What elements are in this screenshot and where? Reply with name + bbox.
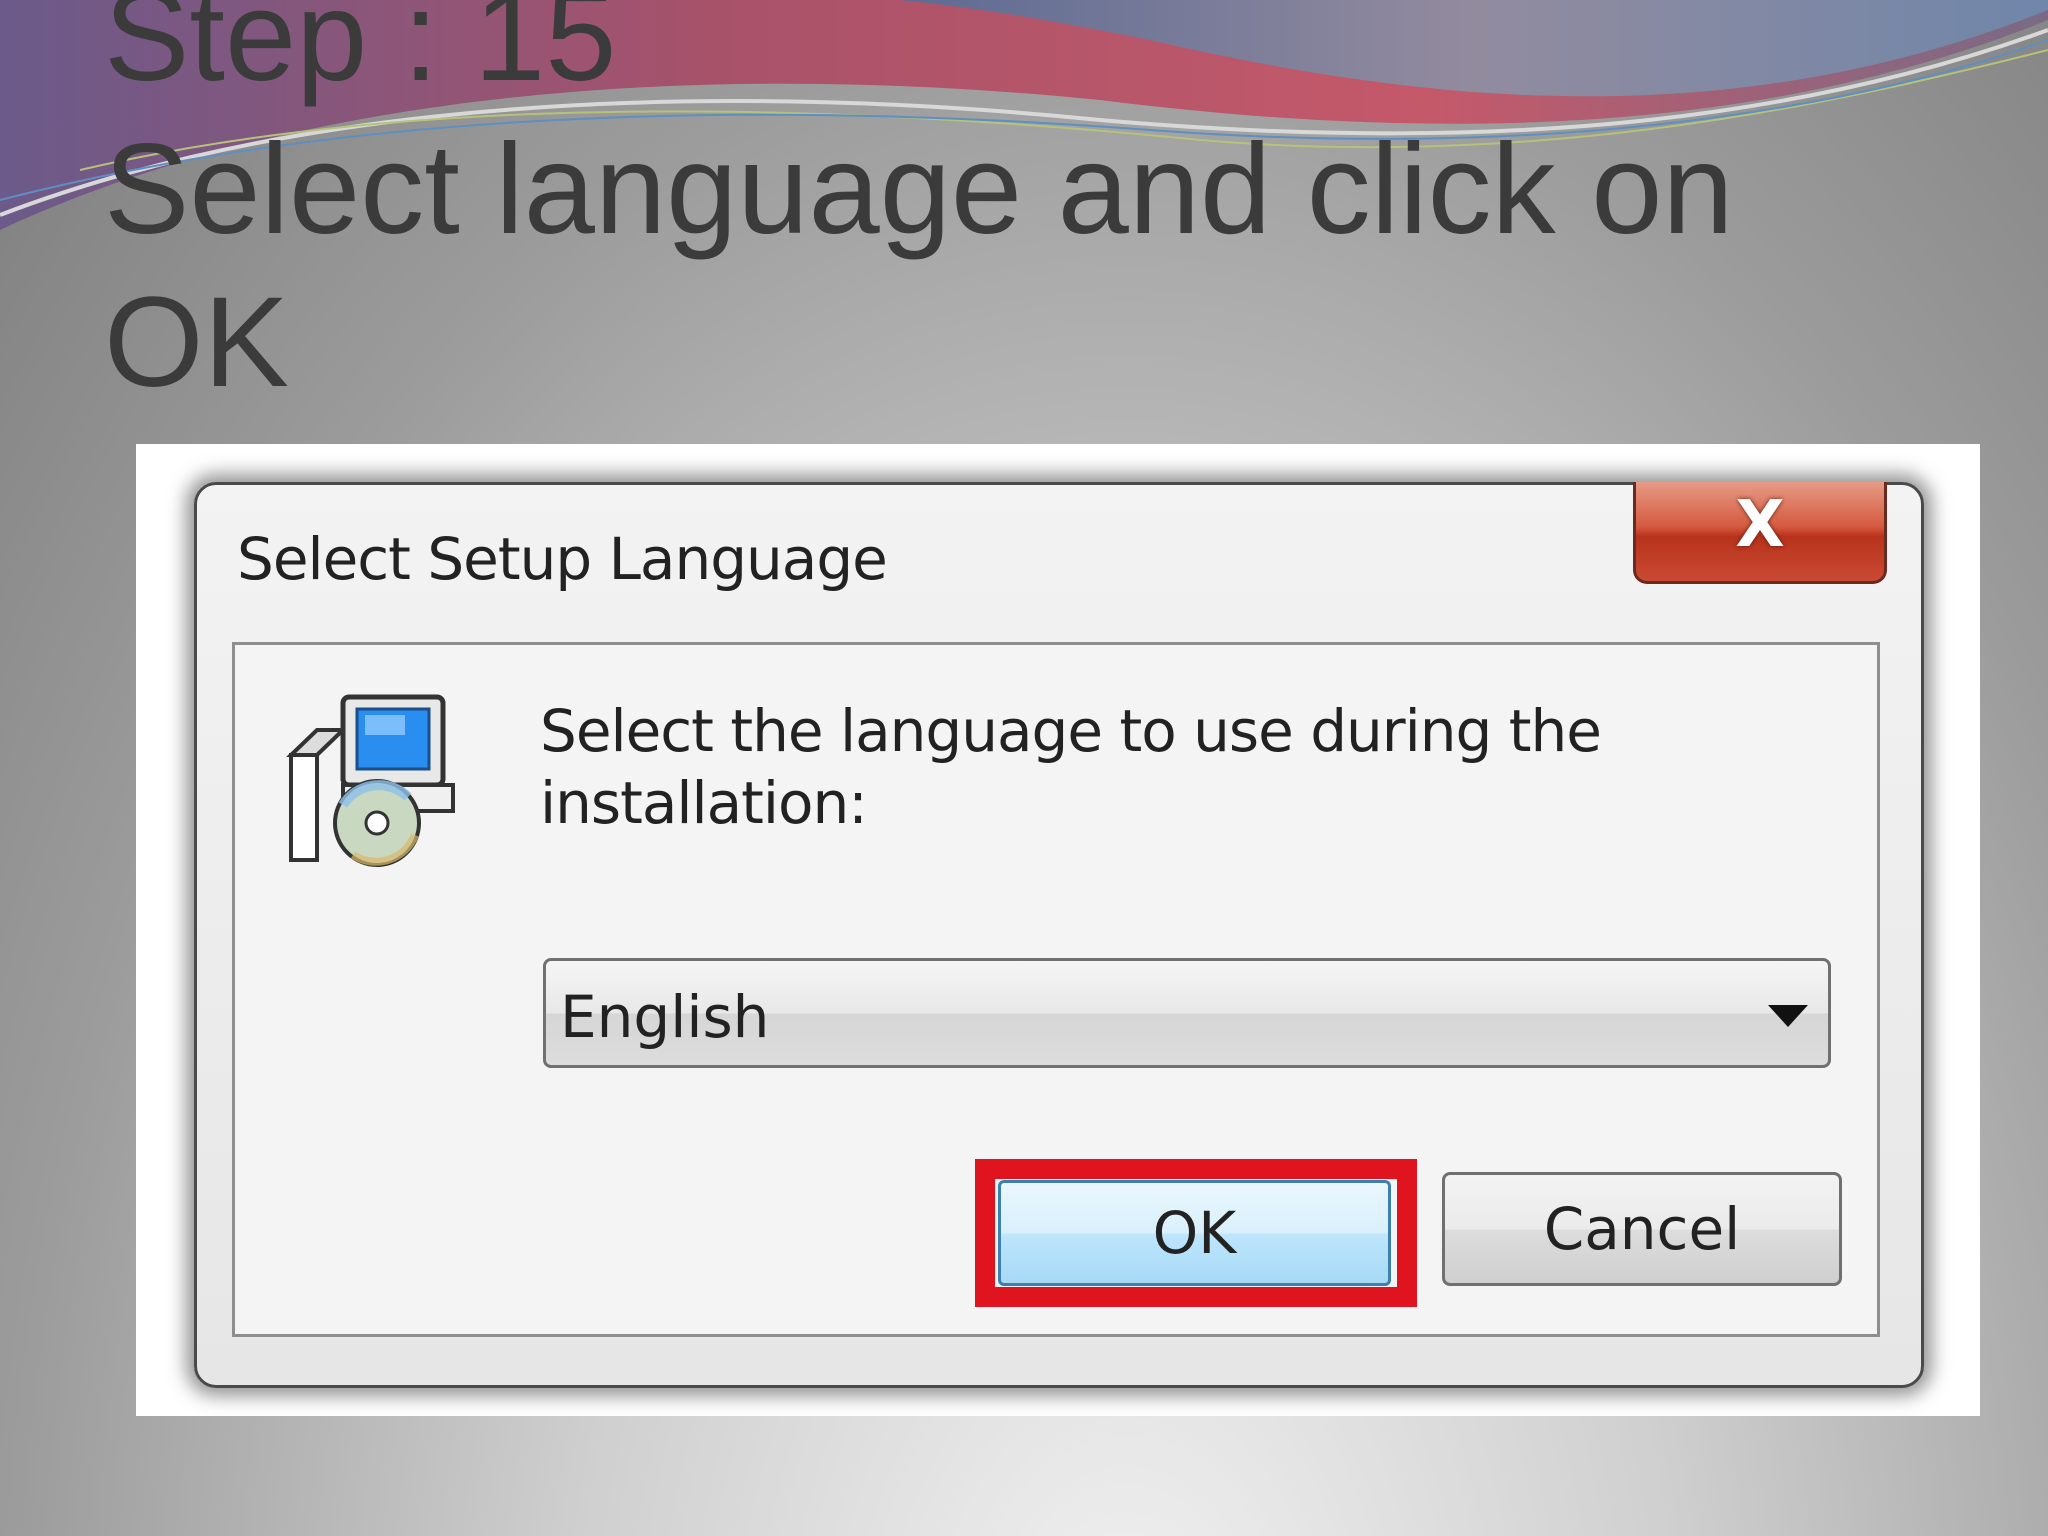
slide-title-instruction: Select language and click on (104, 118, 1734, 261)
dialog-title: Select Setup Language (237, 525, 888, 593)
slide-title-ok: OK (104, 271, 289, 414)
cancel-button[interactable]: Cancel (1442, 1172, 1842, 1286)
dialog-screenshot: Select Setup Language X Select the langu… (136, 444, 1980, 1416)
slide-title-step: Step : 15 (104, 0, 617, 108)
close-button[interactable]: X (1633, 482, 1887, 584)
close-icon: X (1735, 488, 1785, 562)
language-prompt: Select the language to use during the in… (540, 697, 1602, 837)
language-select-value: English (560, 983, 770, 1051)
ok-button[interactable]: OK (998, 1180, 1391, 1286)
slide-title: Step : 15 Select language and click on O… (104, 0, 1904, 419)
chevron-down-icon[interactable] (1768, 1005, 1808, 1027)
setup-installer-icon (286, 694, 455, 867)
dialog-body: Select the language to use during the in… (232, 642, 1880, 1337)
language-select[interactable]: English (543, 958, 1831, 1068)
setup-language-dialog: Select Setup Language X Select the langu… (194, 482, 1924, 1388)
